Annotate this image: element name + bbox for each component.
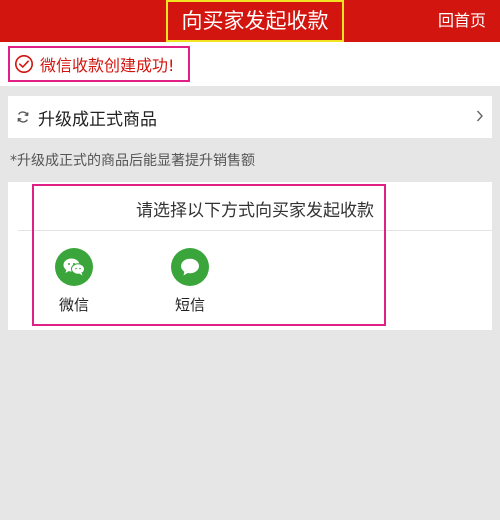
success-text: 微信收款创建成功! xyxy=(40,56,175,75)
success-banner: 微信收款创建成功! xyxy=(0,42,500,86)
top-header: 向买家发起收款 回首页 xyxy=(0,0,500,42)
refresh-icon xyxy=(17,111,29,123)
sms-option[interactable]: 短信 xyxy=(160,248,220,315)
sms-chat-icon xyxy=(171,248,209,286)
wechat-label: 微信 xyxy=(58,296,89,314)
check-circle-icon xyxy=(15,55,33,73)
wechat-option[interactable]: 微信 xyxy=(44,248,104,315)
upgrade-hint: *升级成正式的商品后能显著提升销售额 xyxy=(10,153,255,169)
upgrade-product-row[interactable]: 升级成正式商品 xyxy=(8,96,492,138)
page-title: 向买家发起收款 xyxy=(166,0,344,42)
wechat-icon xyxy=(55,248,93,286)
upgrade-label: 升级成正式商品 xyxy=(38,109,157,130)
collect-prompt: 请选择以下方式向买家发起收款 xyxy=(136,201,374,221)
collect-method-panel: 请选择以下方式向买家发起收款 微信 短信 xyxy=(8,182,492,330)
success-message-box: 微信收款创建成功! xyxy=(8,46,190,82)
sms-label: 短信 xyxy=(174,296,205,314)
chevron-right-icon xyxy=(476,110,483,122)
home-link[interactable]: 回首页 xyxy=(438,0,486,42)
